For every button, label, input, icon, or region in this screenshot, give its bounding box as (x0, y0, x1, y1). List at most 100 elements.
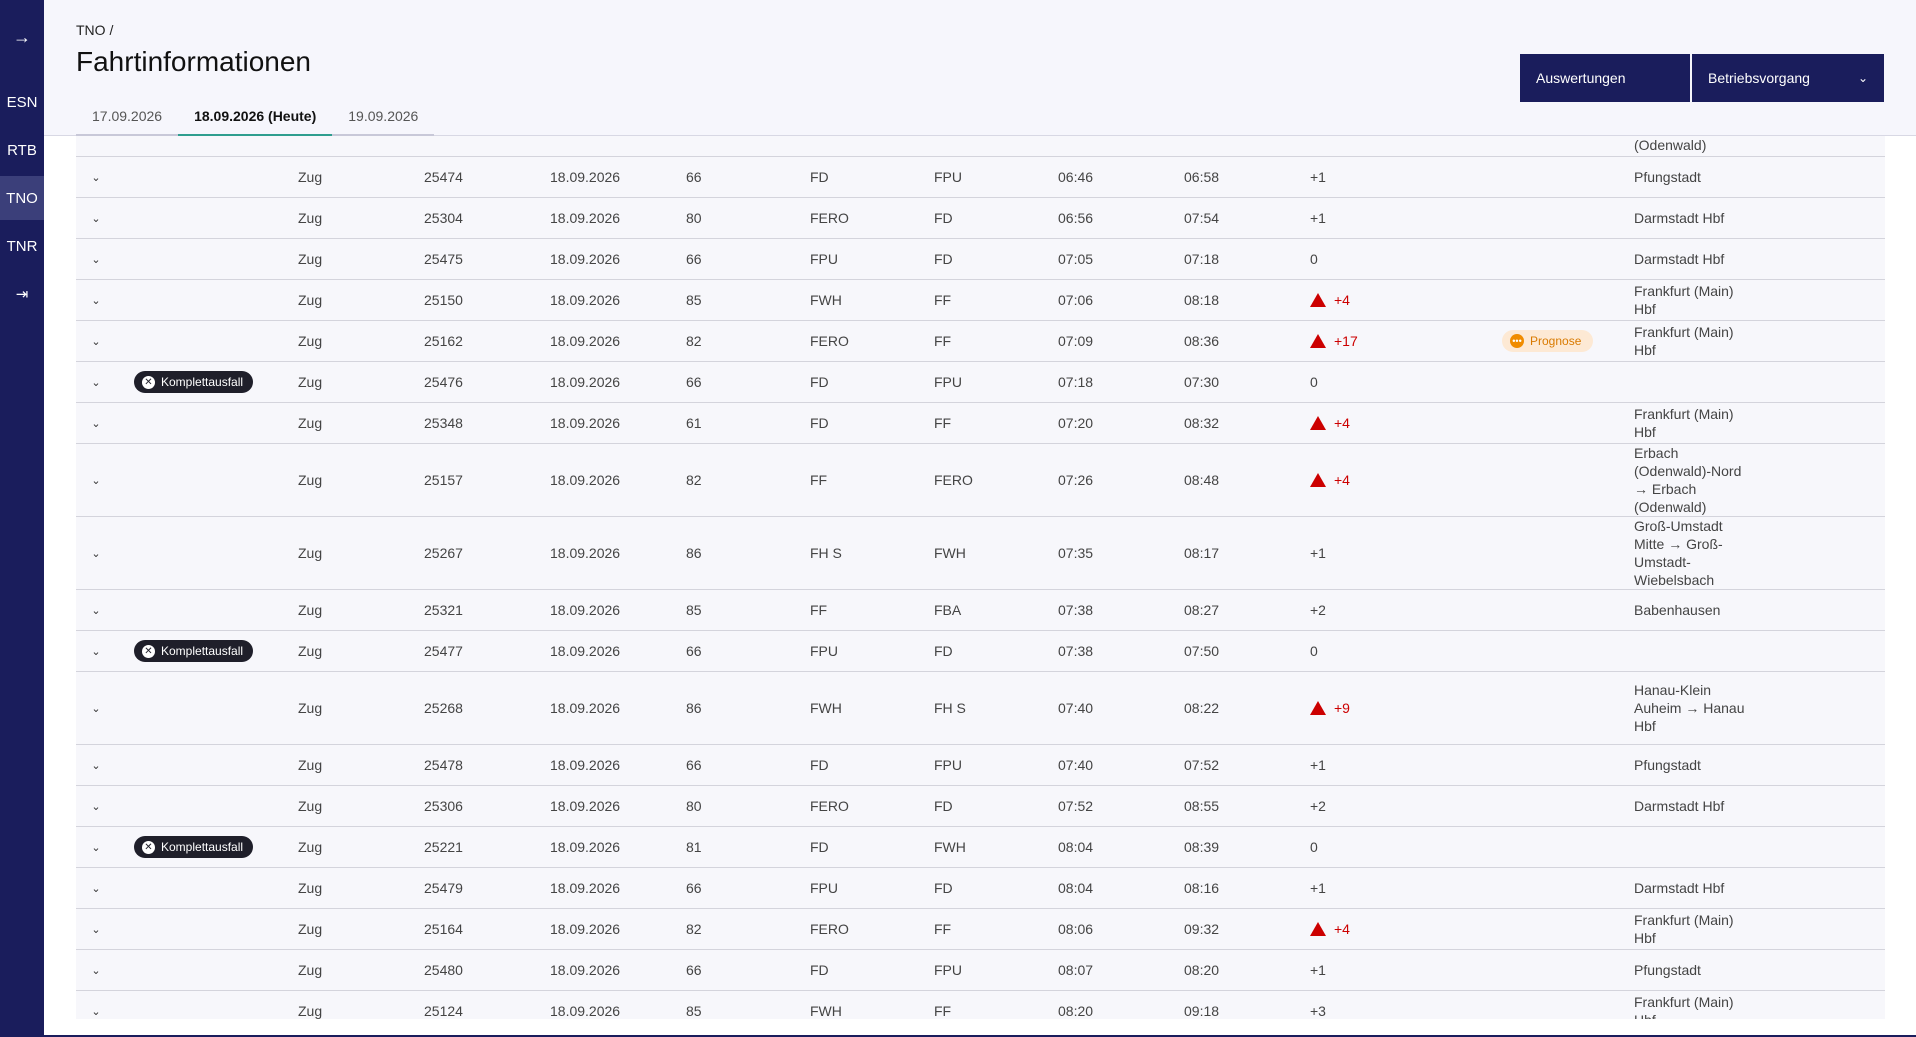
delay-value: +1 (1310, 169, 1326, 185)
cancelled-badge-cell: ✕ Komplettausfall (134, 827, 254, 867)
table-row[interactable]: ⌄ ✕ Komplettausfall Zug 25221 18.09.2026 81 FD F… (76, 827, 1885, 868)
chevron-down-icon[interactable]: ⌄ (84, 157, 108, 197)
type-cell: Zug (298, 374, 323, 390)
table-row[interactable]: ⌄ Zug 25348 18.09.2026 61 FD FF 07:20 08:32 +4 Fra… (76, 403, 1885, 444)
origin-cell: FD (810, 962, 829, 978)
auswertungen-button[interactable]: Auswertungen (1520, 54, 1690, 102)
date-cell: 18.09.2026 (550, 921, 621, 937)
prognose-dots-icon: ••• (1510, 334, 1524, 348)
delay-warning-icon (1310, 922, 1326, 936)
line-cell: 66 (686, 880, 702, 896)
chevron-down-icon[interactable]: ⌄ (84, 672, 108, 744)
table-row[interactable]: ⌄ Zug 25268 18.09.2026 86 FWH FH S 07:40 08:22 +9… (76, 672, 1885, 745)
date-cell: 18.09.2026 (550, 415, 621, 431)
table-row[interactable]: ⌄ Zug 25475 18.09.2026 66 FPU FD 07:05 07:18 0 Dar… (76, 239, 1885, 280)
sidebar-item-tno[interactable]: TNO (0, 176, 44, 220)
chevron-down-icon[interactable]: ⌄ (84, 786, 108, 826)
chevron-down-icon[interactable]: ⌄ (84, 362, 108, 402)
date-cell: 18.09.2026 (550, 700, 621, 716)
destination-code-cell: FH S (934, 700, 966, 716)
table-row[interactable]: ⌄ Zug 25150 18.09.2026 85 FWH FF 07:06 08:18 +4 Fr… (76, 280, 1885, 321)
type-cell: Zug (298, 602, 323, 618)
delay-value: 0 (1310, 251, 1318, 267)
train-number-cell: 25321 (424, 602, 463, 618)
date-cell: 18.09.2026 (550, 374, 621, 390)
collapse-arrow-icon[interactable]: → (0, 15, 44, 59)
final-destination-cell: Babenhausen (1634, 602, 1721, 618)
chevron-down-icon[interactable]: ⌄ (84, 745, 108, 785)
table-row[interactable]: ⌄ Zug 25306 18.09.2026 80 FERO FD 07:52 08:55 +2 D… (76, 786, 1885, 827)
delay-cell: 0 (1310, 827, 1318, 867)
chevron-down-icon[interactable]: ⌄ (84, 198, 108, 238)
table-row[interactable]: ⌄ Zug 25124 18.09.2026 85 FWH FF 08:20 09:18 +3 Fr… (76, 991, 1885, 1019)
sidebar-item-tnr[interactable]: TNR (0, 224, 44, 268)
origin-cell: FD (810, 415, 829, 431)
chevron-down-icon[interactable]: ⌄ (84, 991, 108, 1019)
table-row[interactable]: ⌄ ✕ Komplettausfall Zug 25476 18.09.2026 66 FD F… (76, 362, 1885, 403)
final-destination-cell: Frankfurt (Main) Hbf (1634, 406, 1734, 440)
origin-cell: FF (810, 602, 828, 618)
destination-code-cell: FERO (934, 472, 973, 488)
tab-19-09-2026[interactable]: 19.09.2026 (332, 100, 435, 136)
chevron-down-icon[interactable]: ⌄ (84, 280, 108, 320)
delay-cell: 0 (1310, 239, 1318, 279)
delay-cell: +1 (1310, 517, 1326, 589)
chevron-down-icon[interactable]: ⌄ (84, 239, 108, 279)
delay-warning-icon (1310, 416, 1326, 430)
breadcrumb[interactable]: TNO / (76, 22, 113, 38)
delay-cell: +1 (1310, 868, 1326, 908)
train-number-cell: 25306 (424, 798, 463, 814)
chevron-down-icon[interactable]: ⌄ (84, 868, 108, 908)
chevron-down-icon[interactable]: ⌄ (84, 444, 108, 516)
table-row[interactable]: ⌄ Zug 25479 18.09.2026 66 FPU FD 08:04 08:16 +1 Da… (76, 868, 1885, 909)
sidebar-item-rtb[interactable]: RTB (0, 128, 44, 172)
departure-time-cell: 07:52 (1058, 798, 1094, 814)
departure-time-cell: 07:38 (1058, 602, 1094, 618)
chevron-down-icon[interactable]: ⌄ (84, 590, 108, 630)
train-number-cell: 25162 (424, 333, 463, 349)
line-cell: 85 (686, 602, 702, 618)
delay-value: 0 (1310, 839, 1318, 855)
departure-time-cell: 08:04 (1058, 839, 1094, 855)
delay-cell: +4 (1310, 403, 1350, 443)
train-number-cell: 25475 (424, 251, 463, 267)
tab-17-09-2026[interactable]: 17.09.2026 (76, 100, 179, 136)
table-row[interactable]: ⌄ Zug 25304 18.09.2026 80 FERO FD 06:56 07:54 +1 D… (76, 198, 1885, 239)
line-cell: 66 (686, 962, 702, 978)
departure-time-cell: 07:05 (1058, 251, 1094, 267)
sidebar-item-esn[interactable]: ESN (0, 80, 44, 124)
delay-cell: +17 (1310, 321, 1358, 361)
train-number-cell: 25476 (424, 374, 463, 390)
table-row[interactable]: ⌄ ✕ Komplettausfall Zug 25477 18.09.2026 66 FPU… (76, 631, 1885, 672)
betriebsvorgang-dropdown[interactable]: Betriebsvorgang ⌄ (1692, 54, 1884, 102)
chevron-down-icon[interactable]: ⌄ (84, 950, 108, 990)
table-row[interactable]: ⌄ Zug 25480 18.09.2026 66 FD FPU 08:07 08:20 +1 Pf… (76, 950, 1885, 991)
table-row[interactable]: ⌄ Zug 25162 18.09.2026 82 FERO FF 07:09 08:36 +17… (76, 321, 1885, 362)
chevron-down-icon[interactable]: ⌄ (84, 321, 108, 361)
page-header: TNO / Fahrtinformationen 17.09.2026 18.0… (44, 0, 1916, 136)
chevron-down-icon[interactable]: ⌄ (84, 403, 108, 443)
table-row[interactable]: ⌄ Zug 25474 18.09.2026 66 FD FPU 06:46 06:58 +1 Pf… (76, 157, 1885, 198)
table-row[interactable]: ⌄ Zug 25157 18.09.2026 82 FF FERO 07:26 08:48 +4 E… (76, 444, 1885, 517)
chevron-down-icon[interactable]: ⌄ (84, 827, 108, 867)
chevron-down-icon[interactable]: ⌄ (84, 631, 108, 671)
table-row[interactable]: ⌄ Zug 25478 18.09.2026 66 FD FPU 07:40 07:52 +1 Pf… (76, 745, 1885, 786)
trip-table-container[interactable]: (Odenwald) ⌄ Zug 25474 18.09.2026 66 FD FPU 06:4… (44, 136, 1916, 1019)
delay-cell: +9 (1310, 672, 1350, 744)
destination-code-cell: FF (934, 921, 952, 937)
origin-cell: FWH (810, 1003, 842, 1019)
arrival-time-cell: 08:36 (1184, 333, 1220, 349)
chevron-down-icon[interactable]: ⌄ (84, 517, 108, 589)
logout-icon[interactable]: ⇥ (0, 272, 44, 316)
table-row[interactable]: ⌄ Zug 25267 18.09.2026 86 FH S FWH 07:35 08:17 +1… (76, 517, 1885, 590)
origin-cell: FERO (810, 210, 849, 226)
delay-warning-icon (1310, 293, 1326, 307)
table-row[interactable]: ⌄ Zug 25321 18.09.2026 85 FF FBA 07:38 08:27 +2 Ba… (76, 590, 1885, 631)
table-row[interactable]: ⌄ Zug 25164 18.09.2026 82 FERO FF 08:06 09:32 +4 F… (76, 909, 1885, 950)
chevron-down-icon[interactable]: ⌄ (84, 909, 108, 949)
type-cell: Zug (298, 292, 323, 308)
type-cell: Zug (298, 921, 323, 937)
tab-18-09-2026-today[interactable]: 18.09.2026 (Heute) (178, 100, 333, 136)
date-cell: 18.09.2026 (550, 169, 621, 185)
final-destination-cell: Frankfurt (Main) Hbf (1634, 994, 1734, 1019)
